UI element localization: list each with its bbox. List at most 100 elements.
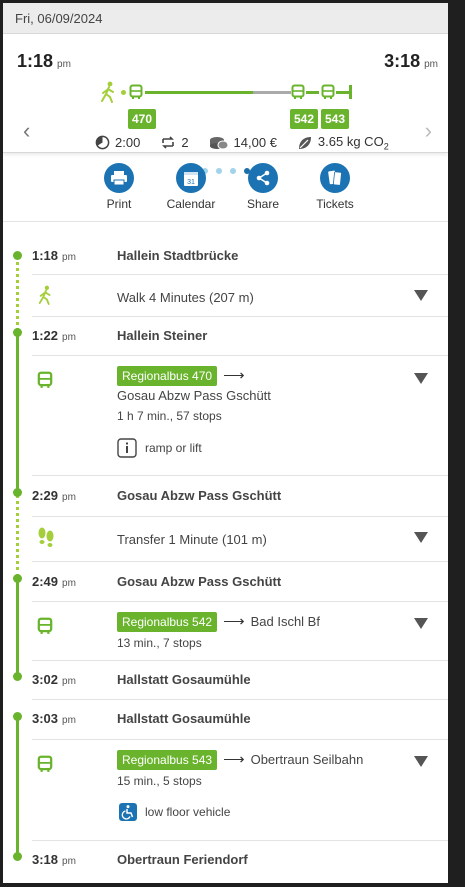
stop-name: Hallstatt Gosaumühle — [117, 711, 251, 726]
bus-icon — [129, 84, 143, 99]
expand-caret-icon[interactable] — [414, 373, 428, 384]
share-icon — [256, 170, 270, 186]
coins-icon — [209, 136, 229, 150]
line-badge: Regionalbus 470 — [117, 366, 218, 386]
direction-arrow: ⟶ — [223, 751, 245, 768]
calendar-label: Calendar — [166, 197, 216, 211]
bus-leg-543[interactable]: Regionalbus 543 ⟶ Obertraun Seilbahn 15 mi… — [3, 739, 448, 839]
arrival-time: 3:18 pm — [384, 51, 438, 71]
expand-caret-icon[interactable] — [414, 532, 428, 543]
line-badge: Regionalbus 543 — [117, 750, 218, 770]
route-segment-wait — [253, 91, 291, 94]
bus-leg-542[interactable]: Regionalbus 542 ⟶ Bad Ischl Bf 13 min., 7 … — [3, 601, 448, 659]
stop-name: Hallein Stadtbrücke — [117, 248, 239, 263]
printer-icon — [111, 171, 127, 186]
co2-value: 3.65 kg CO2 — [317, 134, 389, 152]
trip-stats: 2:00 2 14,00 € 3.65 kg CO2 — [95, 134, 409, 152]
leg-direction: Gosau Abzw Pass Gschütt — [117, 388, 271, 403]
leg-duration: 13 min., 7 stops — [117, 636, 202, 650]
stop-node — [13, 574, 22, 583]
expand-caret-icon[interactable] — [414, 618, 428, 629]
stop-time: 1:22 pm — [32, 328, 76, 343]
calendar-icon: 31 — [184, 171, 198, 186]
route-segment-542 — [306, 91, 319, 94]
transfers-value: 2 — [181, 135, 189, 151]
stop-name: Obertraun Feriendorf — [117, 852, 248, 867]
stop-name: Hallstatt Gosaumühle — [117, 672, 251, 687]
duration-stat: 2:00 — [95, 135, 140, 150]
stop-node — [13, 852, 22, 861]
route-segment-543 — [336, 91, 349, 94]
accessibility-feature: low floor vehicle — [145, 805, 231, 819]
walk-icon — [38, 285, 51, 305]
leg-direction: Obertraun Seilbahn — [250, 752, 364, 767]
leg-duration: 15 min., 5 stops — [117, 774, 202, 788]
svg-text:31: 31 — [187, 179, 195, 186]
stop-name: Hallein Steiner — [117, 328, 208, 343]
bus-icon — [321, 84, 335, 99]
chevron-right-icon[interactable]: › — [425, 120, 432, 142]
date-header: Fri, 06/09/2024 — [3, 3, 448, 34]
stop-time: 3:02 pm — [32, 672, 76, 687]
walk-icon — [101, 81, 114, 103]
stop-time: 2:49 pm — [32, 574, 76, 589]
stop-name: Gosau Abzw Pass Gschütt — [117, 488, 282, 503]
stop-time: 2:29 pm — [32, 488, 76, 503]
wheelchair-icon — [119, 803, 137, 821]
print-button[interactable]: Print — [84, 163, 154, 211]
line-badge-543: 543 — [321, 109, 350, 129]
stop-node — [13, 251, 22, 260]
line-badge: Regionalbus 542 — [117, 612, 218, 632]
bus-icon — [291, 84, 305, 99]
line-badge-542: 542 — [290, 109, 319, 129]
stop-name: Gosau Abzw Pass Gschütt — [117, 574, 282, 589]
route-end-marker — [349, 85, 352, 99]
share-button[interactable]: Share — [228, 163, 298, 211]
walk-leg[interactable]: Walk 4 Minutes (207 m) — [3, 274, 448, 316]
trip-date: Fri, 06/09/2024 — [15, 10, 103, 26]
trip-summary[interactable]: 1:18 pm 3:18 pm 470 542 543 ‹ › 2:00 2 1… — [3, 34, 448, 174]
stop-node — [13, 672, 22, 681]
print-label: Print — [106, 197, 132, 211]
bus-icon — [37, 755, 53, 772]
direction-arrow: ⟶ — [223, 613, 245, 630]
action-toolbar: Print 31 Calendar Share Tickets — [3, 153, 448, 222]
stop-time: 3:03 pm — [32, 711, 76, 726]
stop-node — [13, 488, 22, 497]
departure-time: 1:18 pm — [17, 51, 71, 71]
stop-time: 1:18 pm — [32, 248, 76, 263]
leg-direction: Bad Ischl Bf — [250, 614, 320, 629]
co2-stat: 3.65 kg CO2 — [297, 134, 389, 152]
walk-description: Walk 4 Minutes (207 m) — [117, 290, 254, 305]
transfer-description: Transfer 1 Minute (101 m) — [117, 532, 267, 547]
calendar-button[interactable]: 31 Calendar — [156, 163, 226, 211]
expand-caret-icon[interactable] — [414, 756, 428, 767]
bus-leg-470[interactable]: Regionalbus 470 ⟶ Gosau Abzw Pass Gschütt… — [3, 355, 448, 473]
tickets-button[interactable]: Tickets — [300, 163, 370, 211]
transfer-icon — [162, 136, 175, 149]
transfer-leg[interactable]: Transfer 1 Minute (101 m) — [3, 516, 448, 560]
expand-caret-icon[interactable] — [414, 290, 428, 301]
direction-arrow: ⟶ — [223, 367, 245, 384]
line-badge-470: 470 — [128, 109, 157, 129]
transfers-stat: 2 — [160, 135, 189, 151]
price-value: 14,00 € — [233, 135, 277, 151]
walk-dot — [121, 90, 126, 95]
stop-time: 3:18 pm — [32, 852, 76, 867]
tickets-icon — [328, 170, 342, 186]
route-segment-470 — [145, 91, 253, 94]
duration-value: 2:00 — [115, 135, 141, 151]
bus-icon — [37, 617, 53, 634]
chevron-left-icon[interactable]: ‹ — [23, 120, 30, 142]
accessibility-feature: ramp or lift — [145, 441, 202, 455]
bus-icon — [37, 371, 53, 388]
stop-node — [13, 328, 22, 337]
leaf-icon — [298, 136, 311, 149]
stop-node — [13, 712, 22, 721]
share-label: Share — [246, 197, 280, 211]
price-stat: 14,00 € — [209, 135, 277, 151]
footsteps-icon — [38, 527, 54, 547]
leg-duration: 1 h 7 min., 57 stops — [117, 409, 222, 423]
info-icon — [117, 438, 137, 458]
trip-details-panel: Fri, 06/09/2024 1:18 pm 3:18 pm 470 542 … — [3, 3, 448, 883]
